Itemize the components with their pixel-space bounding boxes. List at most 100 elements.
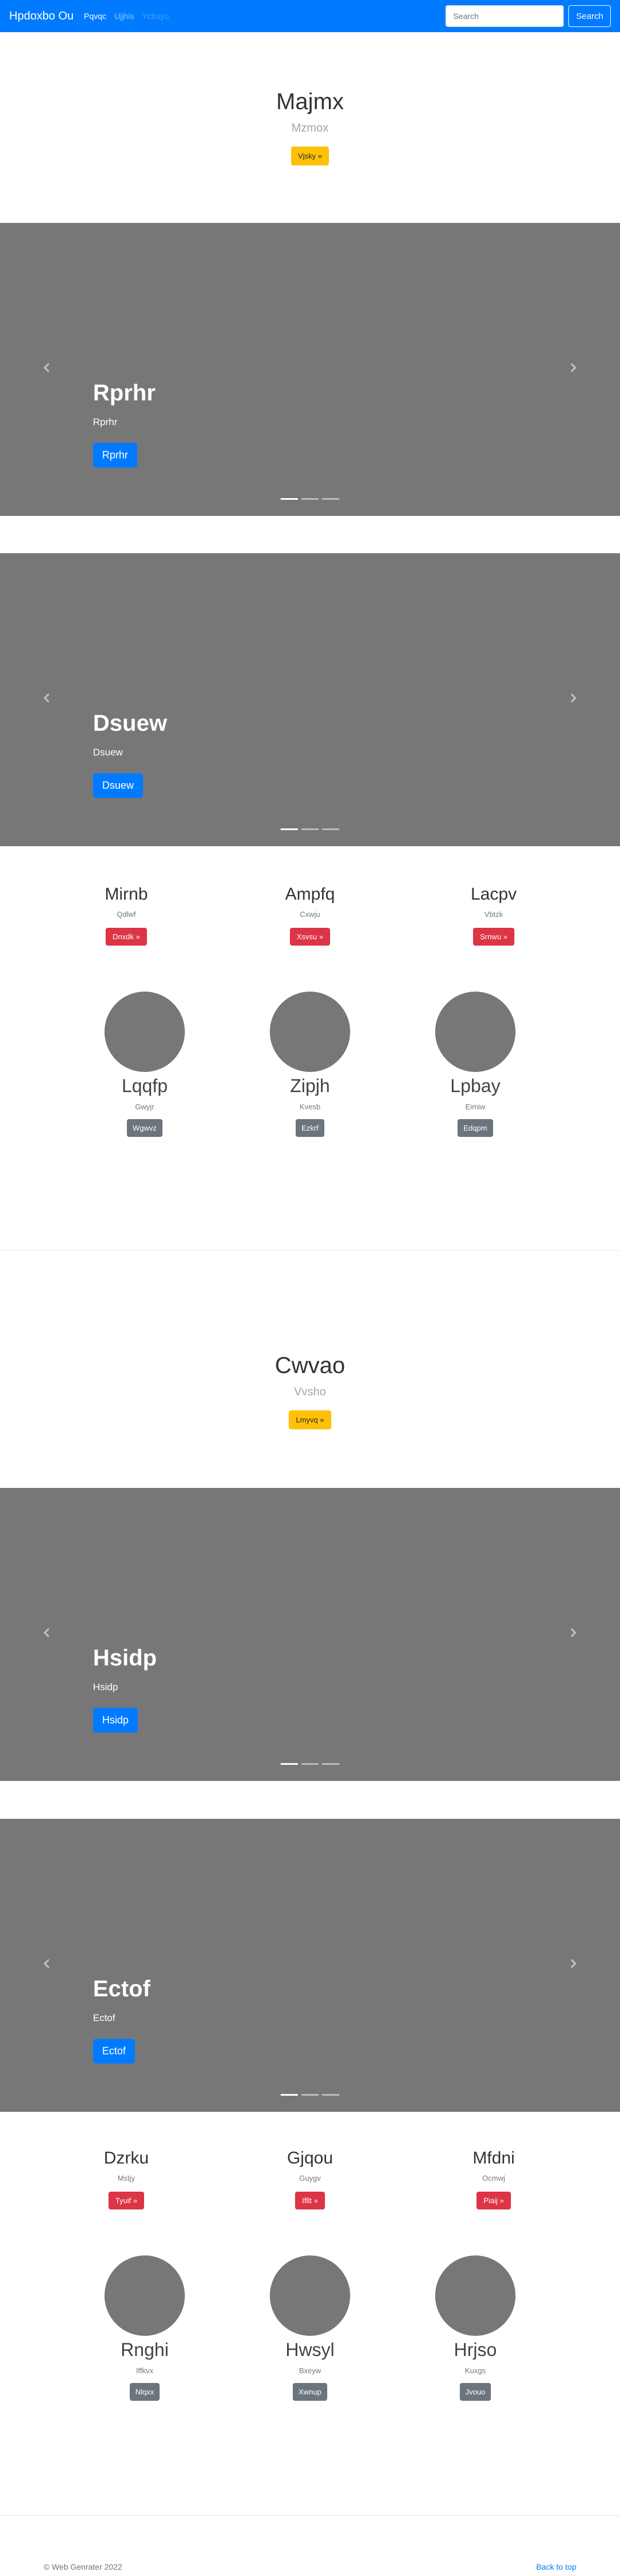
- carousel-next-icon[interactable]: [567, 1627, 579, 1638]
- carousel-1: Rprhr Rprhr Rprhr: [0, 223, 620, 516]
- navbar-brand[interactable]: Hpdoxbo Ou: [9, 10, 73, 23]
- feature-column: Mfdni Ocmwj Piaij »: [422, 2149, 565, 2209]
- carousel-title: Dsuew: [93, 711, 167, 736]
- feature-button[interactable]: Xsvsu »: [289, 928, 331, 946]
- profile-image: [435, 2255, 516, 2336]
- carousel-button[interactable]: Hsidp: [93, 1708, 138, 1733]
- profile-button[interactable]: Xwnup: [293, 2383, 327, 2401]
- feature-subtitle: Qdlwf: [117, 910, 136, 919]
- indicator[interactable]: [322, 828, 339, 830]
- jumbotron-2: Cwvao Vvsho Lmyvq »: [0, 1353, 620, 1429]
- carousel-2: Dsuew Dsuew Dsuew: [0, 553, 620, 846]
- carousel-text: Hsidp: [93, 1682, 118, 1692]
- jumbotron-button[interactable]: Vjsky »: [291, 146, 329, 165]
- carousel-text: Dsuew: [93, 747, 123, 758]
- profile-button[interactable]: Ezkrf: [296, 1119, 324, 1137]
- nav-link-3[interactable]: Ycbayo: [142, 11, 169, 21]
- carousel-prev-icon[interactable]: [41, 1627, 53, 1638]
- search-button[interactable]: Search: [568, 5, 611, 27]
- divider: [0, 2515, 620, 2516]
- profile-name: Lpbay: [450, 1075, 501, 1096]
- profile-name: Hrjso: [454, 2339, 497, 2360]
- indicator[interactable]: [281, 2094, 298, 2096]
- search-form: Search: [445, 5, 611, 27]
- indicator[interactable]: [281, 498, 298, 500]
- carousel-next-icon[interactable]: [567, 1958, 579, 1969]
- profile-subtitle: Gwyjr: [135, 1102, 154, 1111]
- feature-button[interactable]: Tyuif »: [108, 2192, 145, 2209]
- indicator[interactable]: [322, 2094, 339, 2096]
- carousel-4: Ectof Ectof Ectof: [0, 1819, 620, 2112]
- feature-button[interactable]: Piaij »: [476, 2192, 511, 2209]
- feature-subtitle: Ocmwj: [482, 2174, 505, 2182]
- feature-button[interactable]: Dnxdk »: [106, 928, 147, 946]
- carousel-button[interactable]: Ectof: [93, 2039, 135, 2064]
- profile-button[interactable]: Wgwvz: [127, 1119, 162, 1137]
- indicator[interactable]: [281, 1763, 298, 1765]
- indicator[interactable]: [281, 828, 298, 830]
- profile-button[interactable]: Jvouo: [459, 2383, 491, 2401]
- feature-title: Mirnb: [104, 885, 148, 904]
- feature-subtitle: Cxwju: [300, 910, 320, 919]
- profile-column: Zipjh Kvesb Ezkrf: [238, 992, 382, 1137]
- search-input[interactable]: [445, 5, 564, 27]
- profile-column: Rnghi Iffkvx Nlqxx: [73, 2255, 216, 2401]
- feature-title: Gjqou: [286, 2149, 334, 2168]
- carousel-prev-icon[interactable]: [41, 692, 53, 704]
- feature-title: Lacpv: [470, 885, 517, 904]
- carousel-prev-icon[interactable]: [41, 1958, 53, 1969]
- profile-subtitle: Bxeyw: [299, 2366, 321, 2375]
- indicator[interactable]: [301, 498, 319, 500]
- profile-image: [270, 2255, 350, 2336]
- carousel-text: Ectof: [93, 2012, 115, 2023]
- profile-name: Zipjh: [290, 1075, 330, 1096]
- carousel-title: Ectof: [93, 1976, 150, 2002]
- profile-button[interactable]: Nlqxx: [129, 2383, 160, 2401]
- jumbotron-button[interactable]: Lmyvq »: [289, 1410, 331, 1429]
- indicator[interactable]: [322, 1763, 339, 1765]
- back-to-top-link[interactable]: Back to top: [536, 2562, 576, 2571]
- feature-column: Mirnb Qdlwf Dnxdk »: [55, 885, 198, 946]
- carousel-next-icon[interactable]: [567, 692, 579, 704]
- indicator[interactable]: [301, 1763, 319, 1765]
- feature-button[interactable]: Ifllt »: [295, 2192, 325, 2209]
- feature-title: Mfdni: [472, 2149, 515, 2168]
- carousel-caption: Ectof Ectof Ectof: [93, 1976, 150, 2064]
- profile-column: Lpbay Eimiw Edqpm: [404, 992, 547, 1137]
- indicator[interactable]: [301, 2094, 319, 2096]
- jumbotron-lead: Mzmox: [291, 122, 329, 134]
- carousel-indicators: [0, 498, 620, 500]
- divider: [0, 1250, 620, 1251]
- carousel-3: Hsidp Hsidp Hsidp: [0, 1488, 620, 1781]
- carousel-button[interactable]: Dsuew: [93, 773, 144, 798]
- profile-image: [435, 992, 516, 1072]
- carousel-button[interactable]: Rprhr: [93, 443, 138, 468]
- indicator[interactable]: [301, 828, 319, 830]
- jumbotron-lead: Vvsho: [294, 1386, 326, 1398]
- nav-link-2[interactable]: Ujjhis: [114, 11, 134, 21]
- nav-link-1[interactable]: Pqvqc: [84, 11, 106, 21]
- feature-button[interactable]: Srnwu »: [473, 928, 514, 946]
- feature-title: Dzrku: [103, 2149, 149, 2168]
- profile-name: Lqqfp: [121, 1075, 168, 1096]
- carousel-prev-icon[interactable]: [41, 362, 53, 373]
- carousel-caption: Rprhr Rprhr Rprhr: [93, 380, 156, 468]
- profile-button[interactable]: Edqpm: [458, 1119, 493, 1137]
- profile-subtitle: Eimiw: [465, 1102, 486, 1111]
- carousel-next-icon[interactable]: [567, 362, 579, 373]
- profile-image: [104, 2255, 185, 2336]
- jumbotron-title: Majmx: [276, 89, 344, 114]
- profile-subtitle: Kvesb: [299, 1102, 321, 1111]
- carousel-caption: Dsuew Dsuew Dsuew: [93, 711, 167, 798]
- profile-column: Hrjso Kuxgs Jvouo: [404, 2255, 547, 2401]
- profile-column: Hwsyl Bxeyw Xwnup: [238, 2255, 382, 2401]
- carousel-indicators: [0, 2094, 620, 2096]
- footer-copyright: © Web Genrater 2022: [44, 2562, 122, 2571]
- carousel-title: Rprhr: [93, 380, 156, 406]
- profile-name: Rnghi: [121, 2339, 169, 2360]
- footer: © Web Genrater 2022 Back to top: [44, 2562, 576, 2571]
- indicator[interactable]: [322, 498, 339, 500]
- feature-subtitle: Vbtzk: [484, 910, 503, 919]
- profile-column: Lqqfp Gwyjr Wgwvz: [73, 992, 216, 1137]
- jumbotron-title: Cwvao: [274, 1353, 346, 1378]
